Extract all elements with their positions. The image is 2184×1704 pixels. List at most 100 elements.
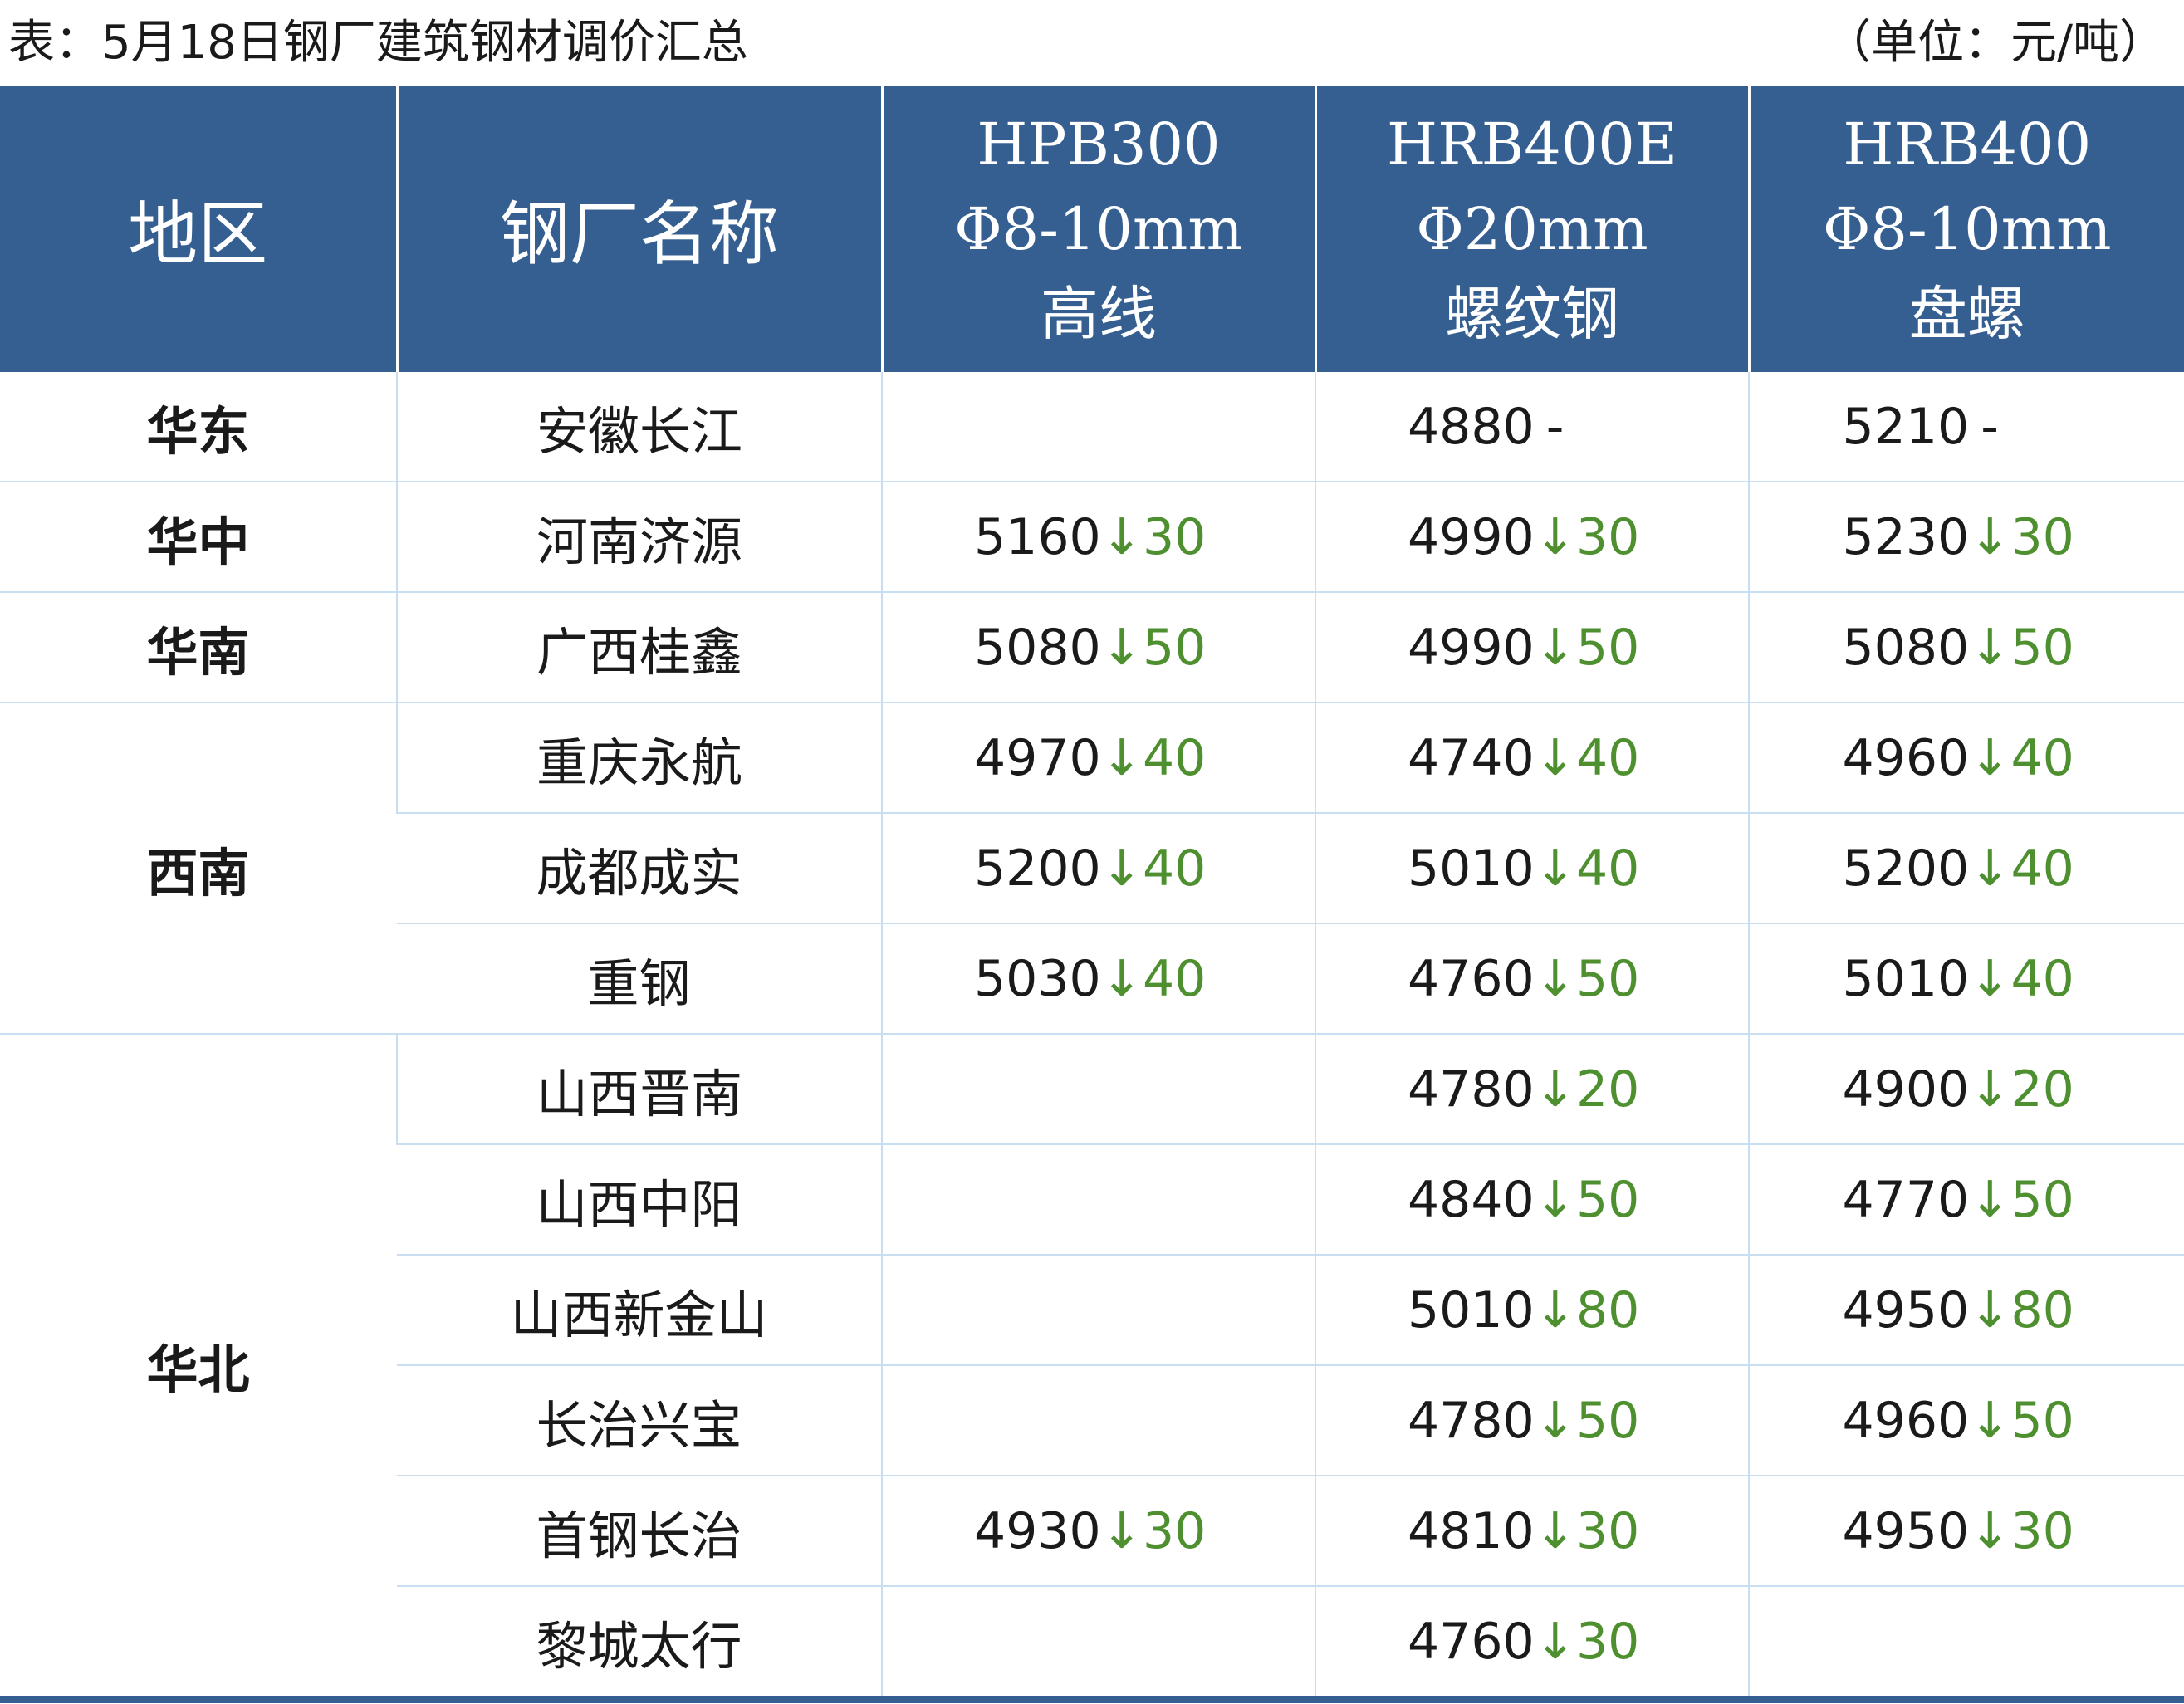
- mill-name-cell: 广西桂鑫: [396, 592, 882, 703]
- price-value-group: 5160↓30: [974, 508, 1223, 566]
- price-value: 4950: [1842, 1501, 1970, 1560]
- price-value-group: 5010↓40: [1843, 950, 2092, 1008]
- price-value-group: 5030↓40: [974, 950, 1223, 1008]
- mill-name-cell: 山西晋南: [396, 1034, 882, 1145]
- header-grade: HRB400E: [1387, 110, 1677, 179]
- price-cell: 4840↓50: [1315, 1144, 1749, 1256]
- arrow-down-icon: ↓: [1534, 728, 1576, 787]
- price-value-group: 4780↓20: [1408, 1060, 1657, 1119]
- price-value: 5210: [1842, 397, 1970, 456]
- arrow-down-icon: ↓: [1969, 1170, 2011, 1229]
- price-value: 4840: [1408, 1170, 1535, 1229]
- price-value-group: 4960↓40: [1843, 729, 2092, 787]
- price-value: 4970: [974, 728, 1101, 787]
- price-cell: 5210-: [1748, 372, 2184, 482]
- price-change: 40: [2010, 949, 2074, 1008]
- price-value-group: 4780↓50: [1408, 1392, 1657, 1450]
- price-value-group: 5200↓40: [1843, 840, 2092, 898]
- price-change: 30: [1142, 507, 1207, 566]
- price-cell: 4990↓50: [1315, 592, 1749, 703]
- mill-name-cell: 成都成实: [397, 813, 882, 924]
- price-value: 4930: [974, 1501, 1101, 1560]
- price-change: 50: [1575, 1391, 1640, 1450]
- price-change: 50: [1575, 1170, 1640, 1229]
- price-cell: 5200↓40: [881, 813, 1315, 924]
- header-grade: HRB400: [1843, 110, 2092, 179]
- table-row: 华南 广西桂鑫 5080↓50 4990↓50 5080↓50: [0, 592, 2184, 703]
- price-value: 4950: [1842, 1280, 1970, 1339]
- price-value-group: 4950↓80: [1843, 1281, 2092, 1339]
- mill-name-cell: 黎城太行: [397, 1586, 882, 1703]
- price-value-group: 5210-: [1843, 398, 2092, 456]
- price-cell: 4900↓20: [1748, 1034, 2184, 1145]
- arrow-down-icon: ↓: [1100, 1501, 1143, 1560]
- header-type: 螺纹钢: [1445, 279, 1619, 348]
- price-change: 40: [1142, 728, 1207, 787]
- price-value: 4960: [1842, 728, 1970, 787]
- price-change: 50: [2010, 1391, 2074, 1450]
- price-cell: 4780↓20: [1315, 1034, 1749, 1145]
- price-cell: 4760↓50: [1315, 923, 1749, 1035]
- price-change: -: [1545, 397, 1565, 456]
- price-cell: [881, 1255, 1315, 1366]
- region-cell: 华中: [0, 482, 397, 593]
- table-row: 华北 山西晋南 4780↓20 4900↓20: [0, 1034, 2184, 1703]
- price-value-group: 4970↓40: [974, 729, 1223, 787]
- price-cell: 5160↓30: [881, 482, 1315, 593]
- price-change: 50: [2010, 1170, 2074, 1229]
- price-value-group: 4990↓50: [1408, 619, 1657, 677]
- price-value: 5200: [974, 839, 1101, 898]
- price-change: 40: [1142, 949, 1207, 1008]
- price-cell: 5010↓40: [1315, 813, 1749, 924]
- price-change: 20: [2010, 1060, 2074, 1119]
- price-value: 4880: [1408, 397, 1535, 456]
- header-spec: Φ8-10mm: [1823, 194, 2112, 263]
- header-type: 盘螺: [1908, 279, 2025, 348]
- price-change: 50: [1142, 618, 1207, 677]
- arrow-down-icon: ↓: [1969, 618, 2011, 677]
- price-value-group: 4760↓30: [1408, 1613, 1657, 1671]
- arrow-down-icon: ↓: [1969, 728, 2011, 787]
- arrow-down-icon: ↓: [1534, 1501, 1576, 1560]
- mill-name-cell: 山西中阳: [397, 1144, 882, 1256]
- header-mill: 钢厂名称: [395, 86, 882, 372]
- arrow-down-icon: ↓: [1969, 949, 2011, 1008]
- arrow-down-icon: ↓: [1969, 839, 2011, 898]
- price-value: 4990: [1408, 507, 1535, 566]
- price-change: 50: [1575, 949, 1640, 1008]
- price-cell: 4950↓80: [1748, 1255, 2184, 1366]
- arrow-down-icon: ↓: [1534, 1391, 1576, 1450]
- region-cell: 西南: [0, 703, 397, 1035]
- price-change: 80: [1575, 1280, 1640, 1339]
- price-value-group: 4810↓30: [1408, 1502, 1657, 1560]
- region-cell: 华北: [0, 1034, 397, 1703]
- price-value: 5030: [974, 949, 1101, 1008]
- price-value: 5080: [974, 618, 1101, 677]
- price-value: 5160: [974, 507, 1101, 566]
- price-cell: 4970↓40: [881, 703, 1315, 814]
- price-cell: 5200↓40: [1748, 813, 2184, 924]
- arrow-down-icon: ↓: [1534, 507, 1576, 566]
- region-cell: 华南: [0, 592, 397, 703]
- table-row: 西南 重庆永航 4970↓40 4740↓40 4960↓40: [0, 703, 2184, 1035]
- arrow-down-icon: ↓: [1969, 1060, 2011, 1119]
- price-value: 5080: [1842, 618, 1970, 677]
- table-row: 华东 安徽长江 4880-5210-: [0, 372, 2184, 482]
- price-value-group: 4930↓30: [974, 1502, 1223, 1560]
- arrow-down-icon: ↓: [1534, 1280, 1576, 1339]
- price-value: 5010: [1408, 839, 1535, 898]
- mill-name-cell: 重庆永航: [396, 703, 882, 814]
- header-hpb300: HPB300 Φ8-10mm 高线: [880, 86, 1315, 372]
- price-cell: 5080↓50: [1748, 592, 2184, 703]
- price-cell: 5010↓40: [1748, 923, 2184, 1035]
- price-change: 30: [2010, 1501, 2074, 1560]
- price-value: 5200: [1842, 839, 1970, 898]
- price-cell: [881, 1586, 1315, 1703]
- mill-name-cell: 长治兴宝: [397, 1365, 882, 1476]
- price-cell: 4760↓30: [1315, 1586, 1749, 1703]
- arrow-down-icon: ↓: [1969, 1501, 2011, 1560]
- mill-name-cell: 重钢: [397, 923, 882, 1035]
- header-spec: Φ8-10mm: [954, 194, 1243, 263]
- price-change: 40: [2010, 728, 2074, 787]
- price-cell: 4960↓40: [1748, 703, 2184, 814]
